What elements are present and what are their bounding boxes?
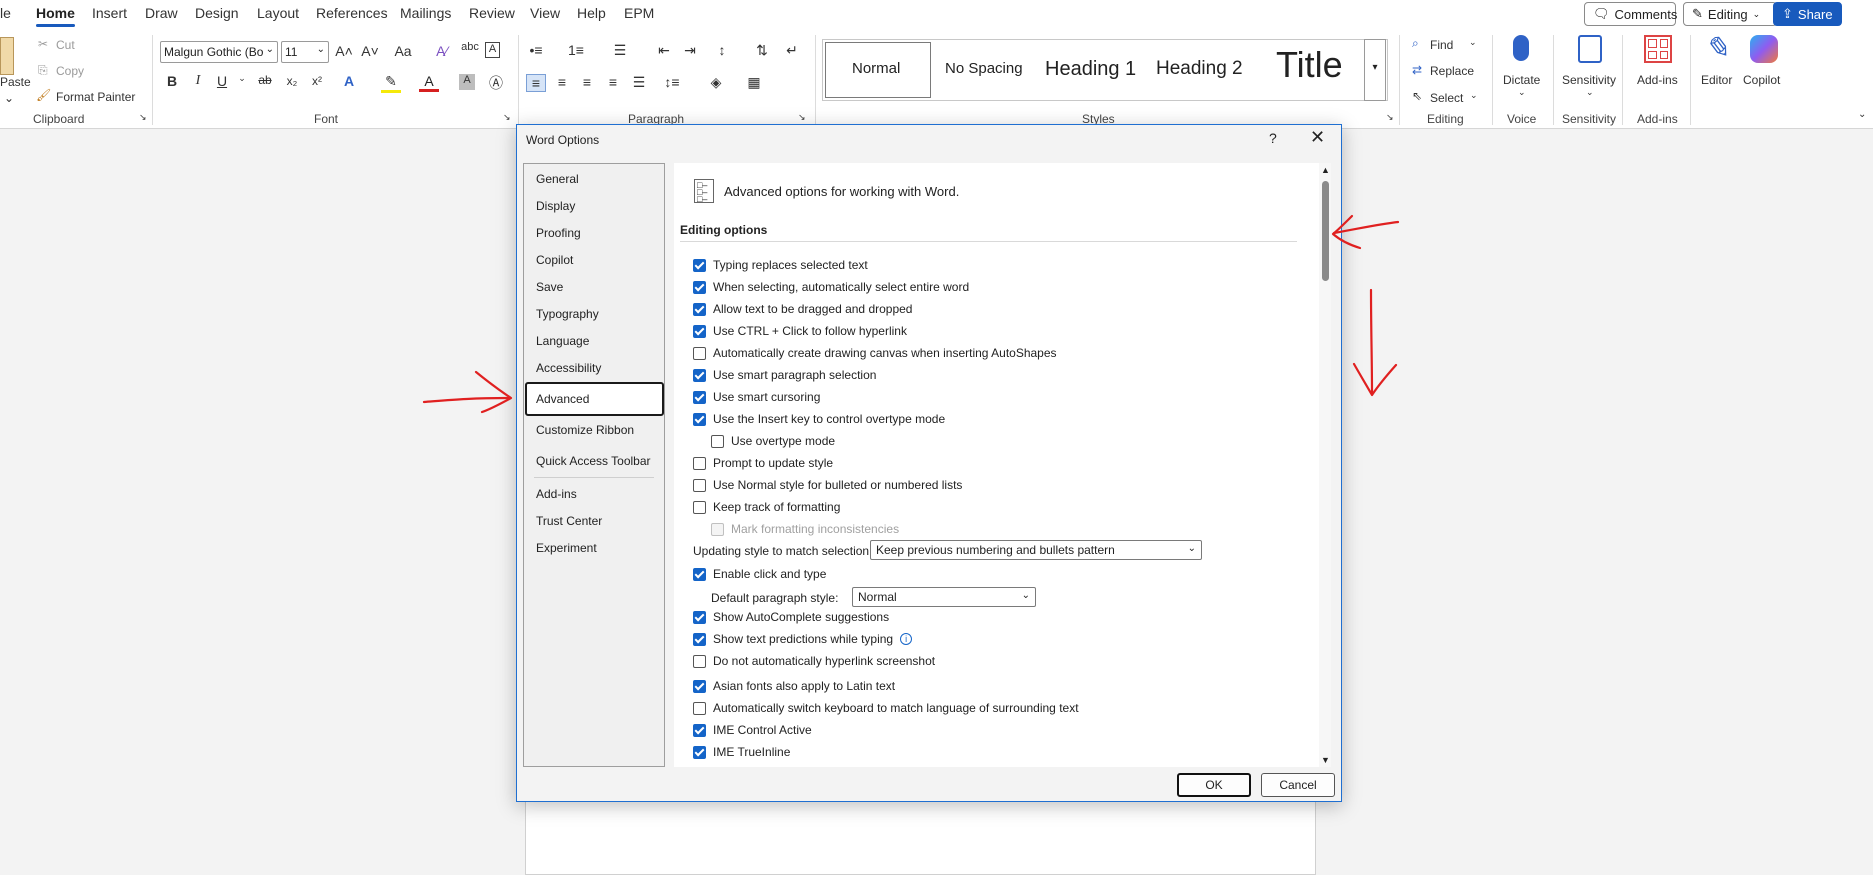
down-arrow-head [1352,362,1398,397]
right-arrow-shaft [422,396,510,404]
right-arrow-head [474,370,513,414]
annotation-layer [422,214,1400,414]
down-arrow-shaft [1369,288,1374,394]
